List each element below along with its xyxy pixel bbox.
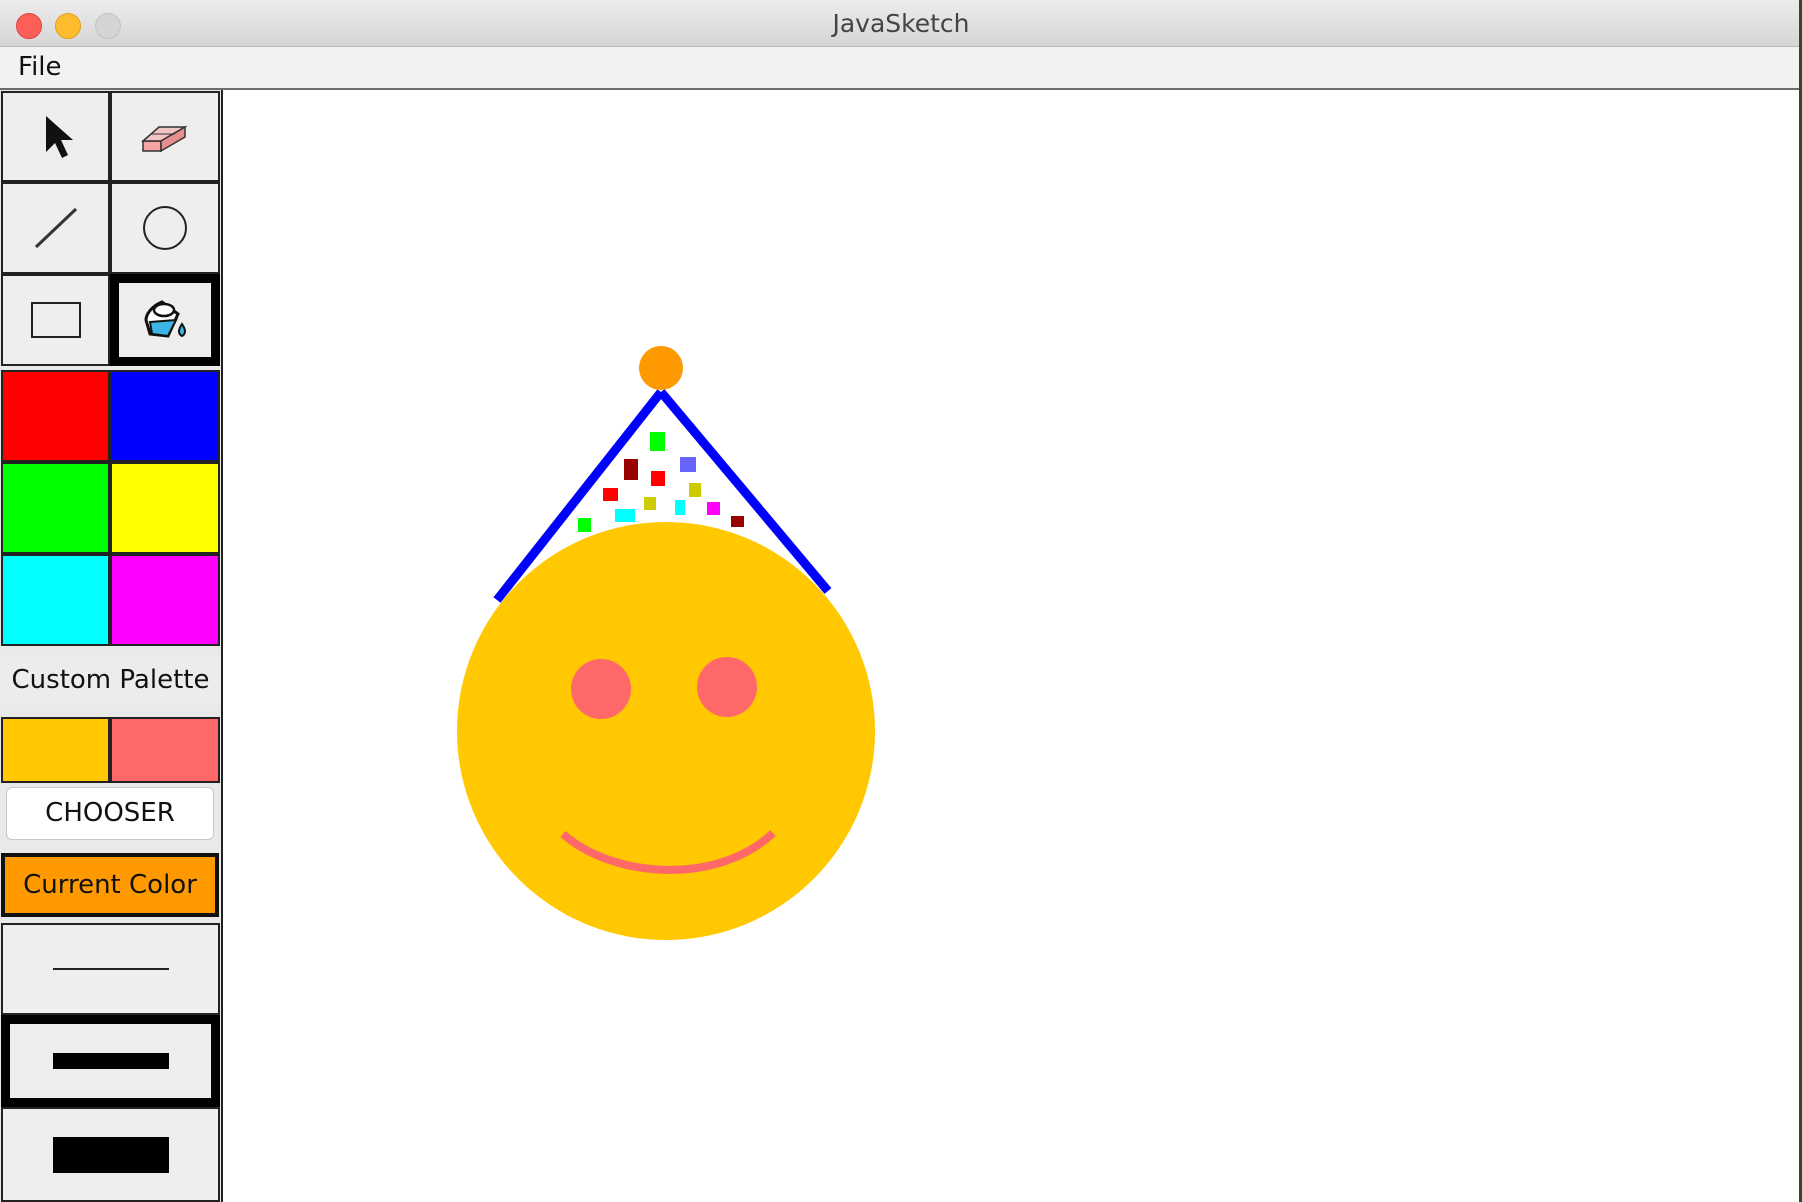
eraser-icon xyxy=(141,125,188,152)
current-color-indicator: Current Color xyxy=(1,853,219,917)
menu-bar: File xyxy=(0,47,1802,90)
canvas-drawing xyxy=(457,346,875,940)
confetti xyxy=(624,459,638,480)
stroke-medium-button[interactable] xyxy=(1,1015,220,1107)
arrow-pointer-icon xyxy=(45,115,73,158)
rectangle-tool-icon xyxy=(30,302,81,338)
color-yellow-swatch[interactable] xyxy=(110,462,220,554)
circle-tool-icon xyxy=(143,206,187,250)
confetti xyxy=(578,518,591,532)
color-blue-swatch[interactable] xyxy=(110,370,220,462)
confetti xyxy=(615,509,635,522)
confetti xyxy=(731,516,744,527)
confetti xyxy=(651,471,665,486)
color-red-swatch[interactable] xyxy=(1,370,110,462)
line-tool-icon xyxy=(34,207,77,249)
paint-bucket-icon xyxy=(144,300,186,338)
chooser-button[interactable]: CHOOSER xyxy=(6,787,214,840)
title-bar[interactable]: JavaSketch xyxy=(0,0,1802,47)
medium-stroke-icon xyxy=(52,1053,169,1069)
confetti xyxy=(707,502,720,515)
smiley-face xyxy=(457,522,875,940)
tool-rectangle-button[interactable] xyxy=(1,274,110,366)
menu-file[interactable]: File xyxy=(18,52,62,82)
left-eye xyxy=(571,659,631,719)
thick-stroke-icon xyxy=(52,1136,169,1173)
color-cyan-swatch[interactable] xyxy=(1,554,110,646)
thin-stroke-icon xyxy=(52,968,169,970)
hat-pompom xyxy=(639,346,683,390)
tool-oval-button[interactable] xyxy=(110,182,220,274)
tool-eraser-button[interactable] xyxy=(110,91,220,182)
app-window: JavaSketch File Custom Palette CHOOSER C… xyxy=(0,0,1802,1202)
drawing-canvas[interactable] xyxy=(223,90,1802,1202)
color-green-swatch[interactable] xyxy=(1,462,110,554)
window-title: JavaSketch xyxy=(832,9,970,38)
confetti xyxy=(650,432,665,451)
custom-color-1-swatch[interactable] xyxy=(1,717,110,783)
color-magenta-swatch[interactable] xyxy=(110,554,220,646)
tool-select-button[interactable] xyxy=(1,91,110,182)
stroke-thick-button[interactable] xyxy=(1,1107,220,1202)
stroke-thin-button[interactable] xyxy=(1,923,220,1015)
confetti xyxy=(675,500,685,515)
custom-color-2-swatch[interactable] xyxy=(110,717,220,783)
confetti xyxy=(680,457,696,472)
custom-palette-label: Custom Palette xyxy=(0,655,221,705)
confetti xyxy=(644,497,656,510)
tool-line-button[interactable] xyxy=(1,182,110,274)
tool-sidebar: Custom Palette CHOOSER Current Color xyxy=(0,90,223,1202)
tool-fill-button[interactable] xyxy=(110,274,220,366)
confetti xyxy=(689,483,701,497)
right-eye xyxy=(697,657,757,717)
confetti xyxy=(603,488,618,501)
